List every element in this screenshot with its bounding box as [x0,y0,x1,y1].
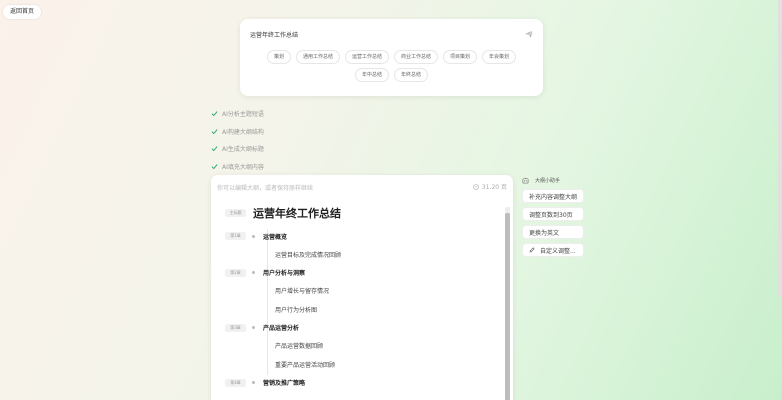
step-item: AI生成大纲标题 [211,140,264,158]
editor-hint[interactable]: 你可以编辑大纲，或者保持原样继续 [217,183,313,192]
chip-mid-year-summary[interactable]: 年中总结 [354,68,389,82]
step-label: AI构建大纲结构 [222,128,264,136]
chapter-dot [252,271,255,274]
clock-icon [473,183,479,190]
supplement-outline-button[interactable]: 补充内容调整大纲 [522,189,585,203]
outline-title-row[interactable]: 主标题 运营年终工作总结 [225,205,495,221]
chip-annual-meeting-planning[interactable]: 年会策划 [482,50,517,64]
step-item: AI构建大纲结构 [211,123,264,141]
section-title[interactable]: 产品运营数据回顾 [275,341,323,350]
assistant-title: 大纲小助手 [535,177,561,184]
chip-operations-summary[interactable]: 运营工作总结 [344,50,389,64]
back-home-button[interactable]: 返回首页 [3,5,42,19]
section-row[interactable]: 产品运营数据回顾 [225,337,495,356]
page-count: 31.20 页 [473,182,507,191]
step-label: AI分析主题短语 [222,111,264,119]
chapter-tag: 第4章 [225,378,246,387]
check-icon [211,129,218,134]
outline-editor: 你可以编辑大纲，或者保持原样继续 31.20 页 主标题 运营年终工作总结 第1… [211,175,513,400]
step-label: AI填充大纲内容 [222,163,264,171]
chip-business-summary[interactable]: 商业工作总结 [394,50,439,64]
chapter-dot [252,326,255,329]
chapter-row[interactable]: 第4章 营销及推广策略 [225,374,495,392]
chapter-title[interactable]: 产品运营分析 [263,323,299,332]
section-title[interactable]: 重要产品运营活动回顾 [275,360,335,369]
chapter-dot [252,234,255,238]
chapter-row[interactable]: 第3章 产品运营分析 [225,319,495,337]
robot-icon [522,177,529,183]
page-scrollbar[interactable] [778,0,782,297]
section-row[interactable]: 运营目标及完成情况回顾 [225,245,495,264]
chip-general-summary[interactable]: 通用工作总结 [295,50,340,64]
chapter-row[interactable]: 第1章 运营概览 [225,227,495,245]
chapter-title[interactable]: 用户分析与洞察 [263,268,305,277]
chapter-row[interactable]: 第2章 用户分析与洞察 [225,264,495,282]
custom-adjust-button[interactable]: 自定义调整... [522,243,585,257]
search-input[interactable] [250,28,520,40]
assistant-header: 大纲小助手 [522,175,584,185]
section-row[interactable]: 用户行为分析图 [225,300,495,319]
page-count-text: 31.20 页 [481,184,507,191]
check-icon [211,146,218,152]
assistant-action-label: 自定义调整... [540,247,576,255]
section-title[interactable]: 用户行为分析图 [275,305,317,314]
chip-project-planning[interactable]: 项目策划 [443,50,478,64]
assistant-action-label: 补充内容调整大纲 [529,193,578,201]
chip-planning[interactable]: 策划 [266,50,291,64]
title-tag: 主标题 [225,209,246,217]
pencil-icon [529,247,535,253]
chapter-tag: 第2章 [225,268,246,277]
step-label: AI生成大纲标题 [222,146,264,154]
chapter-tag: 第1章 [225,232,246,240]
chapter-title[interactable]: 运营概览 [263,232,287,241]
search-card: 策划 通用工作总结 运营工作总结 商业工作总结 项目策划 年会策划 年中总结 年… [240,19,543,96]
chapter-title[interactable]: 营销及推广策略 [263,378,305,387]
check-icon [211,111,218,117]
chapter-tag: 第3章 [225,323,246,332]
outline-scrollbar-thumb[interactable] [505,213,510,400]
switch-english-button[interactable]: 更换为英文 [522,225,585,239]
suggestion-chips: 策划 通用工作总结 运营工作总结 商业工作总结 项目策划 年会策划 年中总结 年… [256,50,527,82]
outline-assistant: 大纲小助手 补充内容调整大纲 调整页数到30页 更换为英文 自定义调整... [522,175,585,257]
assistant-action-label: 调整页数到30页 [529,211,573,219]
outline-title[interactable]: 运营年终工作总结 [253,205,341,221]
adjust-pages-button[interactable]: 调整页数到30页 [522,207,585,221]
section-title[interactable]: 运营目标及完成情况回顾 [275,250,341,259]
chip-year-end-summary[interactable]: 年终总结 [394,68,429,82]
check-icon [211,164,218,169]
section-row[interactable]: 重要产品运营活动回顾 [225,355,495,374]
chapter-dot [252,381,255,384]
outline-tree: 主标题 运营年终工作总结 第1章 运营概览 运营目标及完成情况回顾 第2章 用户… [225,205,495,392]
step-item: AI填充大纲内容 [211,158,264,176]
section-row[interactable]: 用户增长与留存情况 [225,282,495,301]
step-item: AI分析主题短语 [211,105,264,123]
generation-steps: AI分析主题短语 AI构建大纲结构 AI生成大纲标题 AI填充大纲内容 [211,105,264,175]
section-title[interactable]: 用户增长与留存情况 [275,286,329,295]
send-icon[interactable] [524,29,534,39]
assistant-action-label: 更换为英文 [529,229,560,237]
